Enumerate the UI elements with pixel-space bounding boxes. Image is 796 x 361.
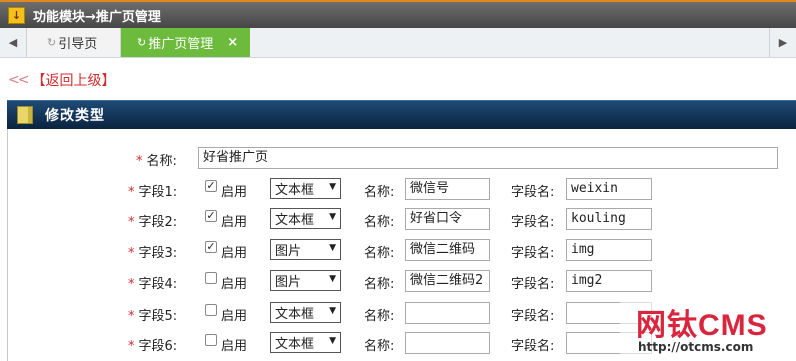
back-link-label[interactable]: 【返回上级】 [31, 70, 115, 90]
double-chevron-left-icon: << [8, 72, 30, 88]
field-key-label: 字段名: [511, 215, 555, 230]
panel-title: 修改类型 [45, 108, 105, 124]
watermark-url: http://otcms.com [638, 340, 754, 354]
field-label: 字段6: [138, 339, 178, 354]
enable-checkbox[interactable]: ✓ [205, 180, 217, 192]
field-key-label: 字段名: [511, 277, 555, 292]
tab-bar: ◀ ↻ 引导页 ↻ 推广页管理 × ▶ [0, 28, 796, 58]
enable-checkbox[interactable] [205, 304, 217, 316]
tab-scroll-left-button[interactable]: ◀ [0, 28, 27, 57]
field-key-label: 字段名: [511, 309, 555, 324]
field-name-label: 名称: [364, 246, 395, 261]
name-label-group: * 名称: [136, 150, 177, 169]
watermark-brand: 网钛CMS [636, 309, 768, 342]
required-asterisk: * [128, 215, 135, 230]
enable-label: 启用 [221, 185, 248, 200]
field-key-input[interactable]: kouling [566, 208, 652, 230]
field-key-label: 字段名: [511, 185, 555, 200]
field-label-group: * 字段6: [128, 335, 177, 354]
enable-label: 启用 [221, 277, 248, 292]
field-type-select[interactable]: 图片 ▼ [270, 239, 341, 260]
field-type-value: 图片 [275, 244, 302, 259]
required-asterisk: * [128, 277, 135, 292]
field-name-label: 名称: [364, 339, 395, 354]
watermark: 网钛CMS http://otcms.com [620, 300, 796, 361]
field-name-label: 名称: [364, 277, 395, 292]
dropdown-arrow-icon: ▼ [329, 336, 336, 346]
field-label: 字段4: [138, 277, 178, 292]
tab-guide-page[interactable]: ↻ 引导页 [27, 28, 121, 57]
field-label-group: * 字段2: [128, 211, 177, 230]
field-type-value: 文本框 [275, 183, 315, 198]
back-link[interactable]: << 【返回上级】 [8, 70, 115, 90]
field-name-input[interactable]: 微信号 [405, 178, 490, 200]
required-asterisk: * [128, 339, 135, 354]
name-input[interactable]: 好省推广页 [198, 147, 778, 169]
field-name-input[interactable]: 微信二维码 [405, 239, 490, 261]
field-label: 字段5: [138, 309, 178, 324]
required-asterisk: * [136, 154, 143, 169]
required-asterisk: * [128, 185, 135, 200]
field-type-value: 文本框 [275, 337, 315, 352]
field-name-label: 名称: [364, 215, 395, 230]
required-asterisk: * [128, 246, 135, 261]
field-key-input[interactable]: img2 [566, 270, 652, 292]
dropdown-arrow-icon: ▼ [329, 243, 336, 253]
field-label: 字段2: [138, 215, 178, 230]
tab-scroll-right-button[interactable]: ▶ [769, 28, 796, 57]
field-type-value: 文本框 [275, 213, 315, 228]
enable-checkbox[interactable] [205, 272, 217, 284]
top-bar: ↓ 功能模块→推广页管理 [0, 0, 796, 28]
field-type-value: 图片 [275, 275, 302, 290]
field-label-group: * 字段5: [128, 305, 177, 324]
name-label: 名称: [146, 154, 177, 169]
field-type-select[interactable]: 图片 ▼ [270, 270, 341, 291]
tab-label: 推广页管理 [148, 37, 214, 52]
field-label: 字段1: [138, 185, 178, 200]
field-key-input[interactable]: weixin [566, 178, 652, 200]
required-asterisk: * [128, 309, 135, 324]
field-type-select[interactable]: 文本框 ▼ [270, 178, 341, 199]
tab-label: 引导页 [58, 37, 98, 52]
dropdown-arrow-icon: ▼ [329, 212, 336, 222]
field-name-label: 名称: [364, 185, 395, 200]
refresh-icon[interactable]: ↻ [47, 36, 56, 49]
enable-label: 启用 [221, 339, 248, 354]
field-type-select[interactable]: 文本框 ▼ [270, 332, 341, 353]
field-name-label: 名称: [364, 309, 395, 324]
enable-label: 启用 [221, 309, 248, 324]
enable-checkbox[interactable] [205, 334, 217, 346]
field-key-input[interactable]: img [566, 239, 652, 261]
field-label-group: * 字段3: [128, 242, 177, 261]
field-name-input[interactable]: 好省口令 [405, 208, 490, 230]
field-name-input[interactable] [405, 332, 490, 354]
field-key-label: 字段名: [511, 339, 555, 354]
dropdown-arrow-icon: ▼ [329, 274, 336, 284]
field-label: 字段3: [138, 246, 178, 261]
panel-header: 修改类型 [7, 100, 796, 129]
download-arrow-icon: ↓ [8, 6, 25, 24]
close-icon[interactable]: × [227, 35, 238, 50]
refresh-icon[interactable]: ↻ [137, 36, 146, 49]
page-title: 功能模块→推广页管理 [33, 9, 161, 25]
field-name-input[interactable]: 微信二维码2 [405, 270, 490, 292]
field-label-group: * 字段4: [128, 273, 177, 292]
enable-label: 启用 [221, 246, 248, 261]
field-label-group: * 字段1: [128, 181, 177, 200]
dropdown-arrow-icon: ▼ [329, 182, 336, 192]
field-key-label: 字段名: [511, 246, 555, 261]
tab-promo-page-management[interactable]: ↻ 推广页管理 × [121, 28, 250, 57]
enable-checkbox[interactable]: ✓ [205, 210, 217, 222]
dropdown-arrow-icon: ▼ [329, 306, 336, 316]
field-name-input[interactable] [405, 302, 490, 324]
enable-checkbox[interactable]: ✓ [205, 241, 217, 253]
field-type-value: 文本框 [275, 307, 315, 322]
field-type-select[interactable]: 文本框 ▼ [270, 302, 341, 323]
notebook-icon [17, 106, 33, 124]
field-type-select[interactable]: 文本框 ▼ [270, 208, 341, 229]
enable-label: 启用 [221, 215, 248, 230]
